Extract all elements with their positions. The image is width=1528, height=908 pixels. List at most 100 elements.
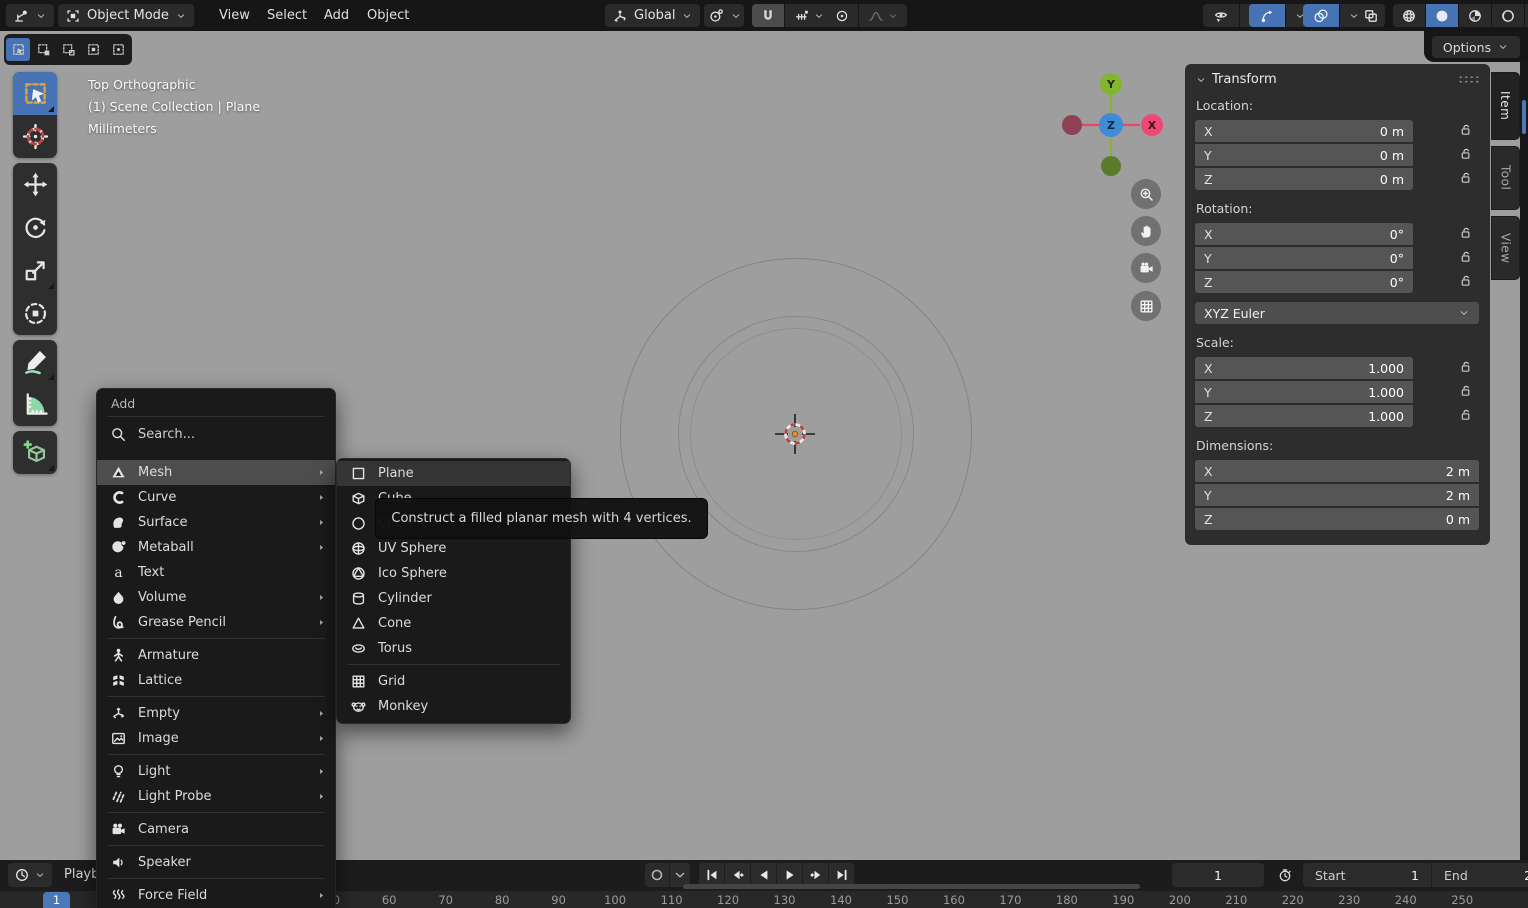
select-mode-invert[interactable] — [81, 38, 105, 61]
mesh-submenu-item-monkey[interactable]: Monkey — [337, 694, 570, 719]
add-menu-item-surface[interactable]: Surface — [97, 510, 335, 535]
add-menu-item-search[interactable]: Search... — [97, 421, 335, 447]
proportional-falloff-dropdown[interactable] — [859, 4, 907, 27]
add-menu-item-metaball[interactable]: Metaball — [97, 535, 335, 560]
camera-view-button[interactable] — [1131, 253, 1161, 283]
orthographic-toggle-button[interactable] — [1131, 291, 1161, 321]
playhead[interactable]: 1 — [43, 892, 70, 908]
add-menu-item-camera[interactable]: Camera — [97, 817, 335, 842]
add-menu-item-empty[interactable]: Empty — [97, 701, 335, 726]
sidebar-tab-item[interactable]: Item — [1491, 72, 1520, 140]
show-overlays-toggle[interactable] — [1303, 4, 1339, 27]
add-menu-item-text[interactable]: aText — [97, 560, 335, 585]
add-menu-item-force-field[interactable]: Force Field — [97, 883, 335, 908]
zoom-button[interactable] — [1131, 179, 1161, 209]
add-menu-item-light-probe[interactable]: Light Probe — [97, 784, 335, 809]
lock-open-icon[interactable] — [1458, 407, 1473, 422]
dimensions-z-field[interactable]: Z0 m — [1195, 508, 1479, 530]
tool-transform[interactable] — [13, 292, 57, 335]
shading-solid-button[interactable] — [1426, 4, 1458, 27]
pan-button[interactable] — [1131, 216, 1161, 246]
proportional-editing-toggle[interactable] — [826, 4, 858, 27]
mesh-submenu-item-grid[interactable]: Grid — [337, 669, 570, 694]
sidebar-tab-view[interactable]: View — [1491, 216, 1520, 280]
vertical-scrollbar[interactable] — [1522, 100, 1526, 134]
transform-orientation-dropdown[interactable]: Global — [605, 4, 700, 27]
use-preview-range-button[interactable] — [1272, 864, 1298, 886]
tool-scale[interactable] — [13, 249, 57, 292]
lock-open-icon[interactable] — [1458, 273, 1473, 288]
add-menu-item-speaker[interactable]: Speaker — [97, 850, 335, 875]
select-mode-set[interactable] — [6, 38, 30, 61]
scale-y-field[interactable]: Y1.000 — [1195, 381, 1413, 403]
timeline-editor-type-button[interactable] — [8, 863, 52, 887]
tool-measure[interactable] — [13, 383, 57, 426]
show-gizmo-toggle[interactable] — [1249, 4, 1285, 27]
select-mode-extend[interactable] — [31, 38, 55, 61]
topbar-menu-view[interactable]: View — [210, 0, 259, 31]
selectability-visibility-dropdown[interactable] — [1203, 4, 1239, 27]
location-y-field[interactable]: Y0 m — [1195, 144, 1413, 166]
navigation-gizmo[interactable]: Y X Z — [1056, 70, 1166, 180]
add-menu-item-grease-pencil[interactable]: Grease Pencil — [97, 610, 335, 635]
add-menu-item-lattice[interactable]: Lattice — [97, 668, 335, 693]
lock-open-icon[interactable] — [1458, 122, 1473, 137]
lock-open-icon[interactable] — [1458, 359, 1473, 374]
current-frame-field[interactable]: 1 — [1172, 863, 1264, 887]
scale-x-field[interactable]: X1.000 — [1195, 357, 1413, 379]
tool-box-select[interactable] — [13, 72, 57, 115]
add-menu-item-armature[interactable]: Armature — [97, 643, 335, 668]
dimensions-x-field[interactable]: X2 m — [1195, 460, 1479, 482]
pivot-point-dropdown[interactable] — [704, 4, 744, 27]
shading-material-button[interactable] — [1459, 4, 1491, 27]
end-frame-field[interactable]: End 250 — [1432, 863, 1528, 887]
add-menu-item-light[interactable]: Light — [97, 759, 335, 784]
lock-open-icon[interactable] — [1458, 225, 1473, 240]
location-z-field[interactable]: Z0 m — [1195, 168, 1413, 190]
editor-type-button[interactable] — [6, 4, 54, 27]
tool-move[interactable] — [13, 163, 57, 206]
object-mode-dropdown[interactable]: Object Mode — [58, 4, 194, 27]
shading-wireframe-button[interactable] — [1393, 4, 1425, 27]
select-mode-subtract[interactable] — [56, 38, 80, 61]
add-menu-item-mesh[interactable]: Mesh — [97, 460, 335, 485]
rotation-order-dropdown[interactable]: XYZ Euler — [1195, 302, 1479, 324]
start-frame-field[interactable]: Start 1 — [1303, 863, 1431, 887]
mesh-submenu-item-uv-sphere[interactable]: UV Sphere — [337, 536, 570, 561]
sidebar-tab-tool[interactable]: Tool — [1491, 146, 1520, 210]
shading-rendered-button[interactable] — [1492, 4, 1524, 27]
tool-rotate[interactable] — [13, 206, 57, 249]
auto-keying-toggle[interactable] — [645, 863, 669, 887]
mesh-submenu-item-cone[interactable]: Cone — [337, 611, 570, 636]
options-button[interactable]: Options — [1432, 36, 1520, 58]
snap-toggle[interactable] — [752, 4, 784, 27]
lock-open-icon[interactable] — [1458, 383, 1473, 398]
lock-open-icon[interactable] — [1458, 249, 1473, 264]
playback-menu[interactable]: Playb — [64, 867, 99, 882]
mesh-submenu-item-plane[interactable]: Plane — [337, 461, 570, 486]
tool-add-cube[interactable] — [13, 431, 57, 474]
mesh-submenu-item-cylinder[interactable]: Cylinder — [337, 586, 570, 611]
topbar-menu-object[interactable]: Object — [358, 0, 418, 31]
mesh-submenu-item-torus[interactable]: Torus — [337, 636, 570, 661]
scale-z-field[interactable]: Z1.000 — [1195, 405, 1413, 427]
add-menu-item-curve[interactable]: Curve — [97, 485, 335, 510]
add-menu-item-volume[interactable]: Volume — [97, 585, 335, 610]
timeline-scrollbar[interactable] — [683, 884, 1140, 889]
tool-cursor[interactable] — [13, 115, 57, 158]
xray-toggle[interactable] — [1359, 4, 1385, 27]
lock-open-icon[interactable] — [1458, 146, 1473, 161]
dimensions-y-field[interactable]: Y2 m — [1195, 484, 1479, 506]
topbar-menu-add[interactable]: Add — [315, 0, 358, 31]
rotation-y-field[interactable]: Y0° — [1195, 247, 1413, 269]
tool-annotate[interactable] — [13, 340, 57, 383]
rotation-x-field[interactable]: X0° — [1195, 223, 1413, 245]
select-mode-intersect[interactable] — [106, 38, 130, 61]
add-menu-item-image[interactable]: Image — [97, 726, 335, 751]
mesh-submenu-item-ico-sphere[interactable]: Ico Sphere — [337, 561, 570, 586]
location-x-field[interactable]: X0 m — [1195, 120, 1413, 142]
rotation-z-field[interactable]: Z0° — [1195, 271, 1413, 293]
topbar-menu-select[interactable]: Select — [258, 0, 316, 31]
lock-open-icon[interactable] — [1458, 170, 1473, 185]
drag-dots-icon[interactable] — [1458, 75, 1480, 84]
